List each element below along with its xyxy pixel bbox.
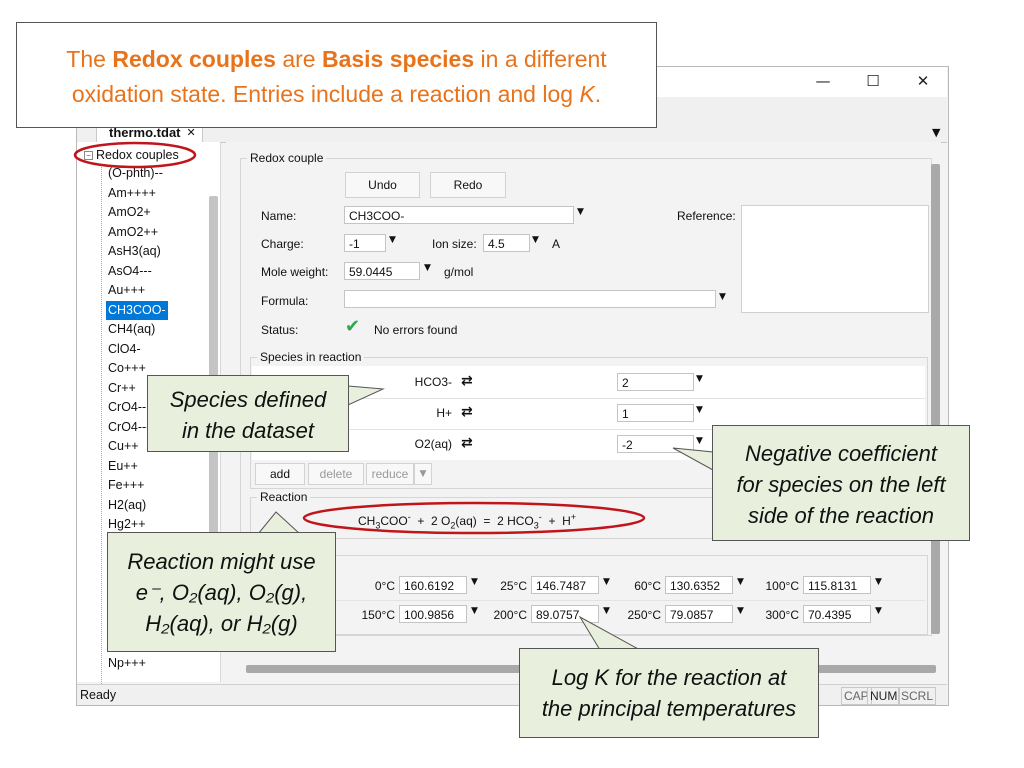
callout-line: Reaction might use — [127, 549, 316, 574]
callout-reaction-might-use: Reaction might use e⁻, O₂(aq), O₂(g), H₂… — [107, 532, 336, 652]
callout-species-defined: Species defined in the dataset — [147, 375, 349, 452]
callout-line: Species defined — [169, 387, 327, 412]
header-line-1: The Redox couples are Basis species in a… — [17, 42, 656, 77]
callout-line: e⁻, O₂(aq), O₂(g), — [135, 580, 308, 605]
callout-line: Negative coefficient — [745, 441, 937, 466]
header-text: are — [275, 46, 322, 72]
callout-pointer-species — [347, 385, 385, 406]
highlight-ring-reaction — [302, 501, 646, 535]
callout-line: in the dataset — [181, 418, 315, 443]
header-bold: Basis species — [321, 46, 475, 72]
header-bold: Redox couples — [112, 46, 276, 72]
callout-pointer-reaction — [256, 511, 302, 535]
header-text: in a different — [474, 46, 607, 72]
callout-pointer-logk — [578, 615, 641, 651]
header-k: K — [579, 81, 595, 107]
header-text: oxidation state. Entries include a react… — [71, 81, 580, 107]
callout-negative-coefficient: Negative coefficient for species on the … — [712, 425, 970, 541]
callout-line: H₂(aq), or H₂(g) — [145, 611, 298, 636]
callout-line: for species on the left — [736, 472, 946, 497]
header-text: . — [594, 81, 602, 107]
callout-line: side of the reaction — [748, 503, 934, 528]
callout-line: the principal temperatures — [541, 696, 797, 721]
callout-line: Log K for the reaction at — [551, 665, 787, 690]
callout-pointer-negative — [672, 447, 714, 471]
header-text: The — [66, 46, 113, 72]
callout-logk: Log K for the reaction at the principal … — [519, 648, 819, 738]
header-line-2: oxidation state. Entries include a react… — [17, 77, 656, 112]
highlight-ring-redox — [73, 141, 197, 169]
header-caption: The Redox couples are Basis species in a… — [16, 22, 657, 128]
